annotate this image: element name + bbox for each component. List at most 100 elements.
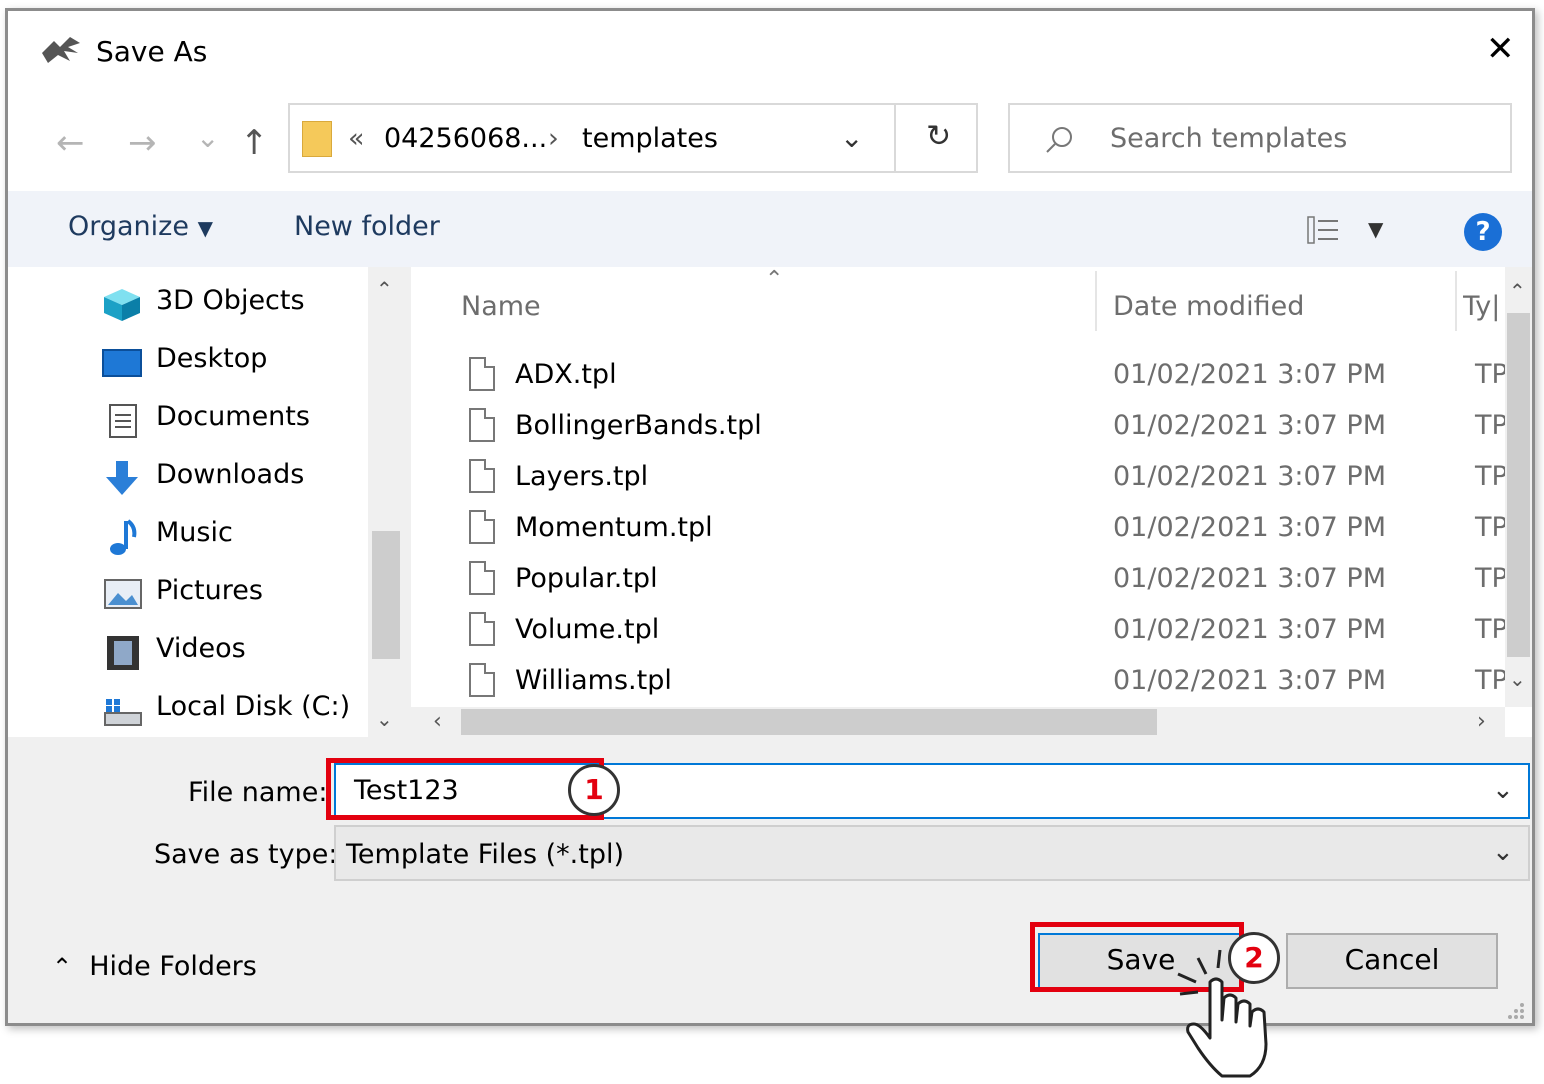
address-divider — [894, 105, 896, 171]
file-list-hscroll-thumb[interactable] — [461, 709, 1157, 735]
hide-folders-toggle[interactable]: ⌃ Hide Folders — [52, 951, 257, 982]
file-row[interactable]: BollingerBands.tpl 01/02/2021 3:07 PM TP — [411, 402, 1511, 452]
file-row[interactable]: Layers.tpl 01/02/2021 3:07 PM TP — [411, 453, 1511, 503]
sidebar-list: 3D Objects Desktop Documents Downloads M… — [8, 267, 368, 737]
sidebar-item-label: 3D Objects — [156, 285, 305, 316]
column-header-name[interactable]: Name — [461, 291, 541, 322]
organize-label: Organize — [68, 211, 189, 242]
file-row[interactable]: Williams.tpl 01/02/2021 3:07 PM TP — [411, 657, 1511, 707]
sidebar-item-local-disk[interactable]: Local Disk (C:) — [102, 691, 362, 731]
breadcrumb-current[interactable]: templates — [582, 123, 718, 154]
breadcrumb-overflow[interactable]: « — [348, 123, 365, 154]
scroll-up-arrow[interactable]: ⌃ — [1509, 279, 1526, 303]
save-type-dropdown-icon[interactable]: ⌄ — [1492, 837, 1514, 867]
save-type-select[interactable]: Template Files (*.tpl) ⌄ — [334, 825, 1530, 881]
file-list-hscrollbar[interactable]: ‹ › — [411, 707, 1505, 737]
scroll-down-arrow[interactable]: ⌄ — [1509, 667, 1526, 691]
drive-icon — [104, 699, 142, 726]
file-row[interactable]: Popular.tpl 01/02/2021 3:07 PM TP — [411, 555, 1511, 605]
sidebar-item-label: Downloads — [156, 459, 305, 490]
sidebar-item-desktop[interactable]: Desktop — [102, 343, 362, 383]
hand-pointer-icon — [1177, 949, 1268, 1078]
resize-grip-icon[interactable] — [1502, 997, 1526, 1021]
folder-icon — [302, 121, 332, 157]
file-icon — [469, 612, 495, 646]
desktop-icon — [102, 349, 142, 377]
file-name-label: File name: — [188, 777, 328, 808]
forward-button[interactable]: → — [128, 123, 157, 163]
file-date: 01/02/2021 3:07 PM — [1113, 410, 1386, 441]
new-folder-button[interactable]: New folder — [294, 211, 440, 242]
file-list-vscrollbar[interactable]: ⌃ ⌄ — [1505, 267, 1532, 707]
file-icon — [469, 408, 495, 442]
close-button[interactable]: ✕ — [1486, 29, 1515, 69]
sidebar-item-label: Pictures — [156, 575, 263, 606]
save-type-label: Save as type: — [154, 839, 338, 870]
file-row[interactable]: Volume.tpl 01/02/2021 3:07 PM TP — [411, 606, 1511, 656]
column-divider[interactable] — [1095, 271, 1097, 331]
file-type: TP — [1475, 665, 1508, 696]
cube-icon — [104, 289, 140, 321]
column-divider[interactable] — [1455, 271, 1457, 331]
sidebar-item-documents[interactable]: Documents — [102, 401, 362, 441]
file-name: Momentum.tpl — [515, 512, 713, 543]
file-name: Volume.tpl — [515, 614, 660, 645]
sidebar-scroll-thumb[interactable] — [372, 531, 400, 659]
address-dropdown-button[interactable]: ⌄ — [840, 121, 863, 154]
scroll-down-arrow[interactable]: ⌄ — [376, 707, 393, 731]
column-header-date[interactable]: Date modified — [1113, 291, 1304, 322]
file-icon — [469, 663, 495, 697]
scroll-left-arrow[interactable]: ‹ — [433, 709, 442, 734]
sidebar-item-downloads[interactable]: Downloads — [102, 459, 362, 499]
file-date: 01/02/2021 3:07 PM — [1113, 563, 1386, 594]
search-icon — [1046, 127, 1072, 153]
file-row[interactable]: ADX.tpl 01/02/2021 3:07 PM TP — [411, 351, 1511, 401]
file-type: TP — [1475, 563, 1508, 594]
help-button[interactable]: ? — [1464, 213, 1502, 251]
sidebar-item-label: Documents — [156, 401, 310, 432]
file-row[interactable]: Momentum.tpl 01/02/2021 3:07 PM TP — [411, 504, 1511, 554]
scroll-right-arrow[interactable]: › — [1477, 709, 1486, 734]
file-date: 01/02/2021 3:07 PM — [1113, 665, 1386, 696]
sidebar-item-label: Local Disk (C:) — [156, 691, 351, 722]
cancel-button[interactable]: Cancel — [1286, 933, 1498, 989]
back-button[interactable]: ← — [56, 123, 85, 163]
sidebar-item-pictures[interactable]: Pictures — [102, 575, 362, 615]
file-type: TP — [1475, 410, 1508, 441]
refresh-button[interactable]: ↻ — [926, 119, 951, 154]
file-date: 01/02/2021 3:07 PM — [1113, 359, 1386, 390]
file-type: TP — [1475, 512, 1508, 543]
file-date: 01/02/2021 3:07 PM — [1113, 614, 1386, 645]
address-bar[interactable]: « 04256068... › templates ⌄ ↻ — [288, 103, 978, 173]
file-icon — [469, 357, 495, 391]
music-note-icon — [110, 519, 137, 555]
file-list-pane: ⌃ Name Date modified Ty| ADX.tpl 01/02/2… — [411, 267, 1532, 737]
search-placeholder: Search templates — [1110, 123, 1348, 154]
view-details-icon[interactable] — [1306, 215, 1340, 245]
scroll-up-arrow[interactable]: ⌃ — [376, 277, 393, 301]
file-name-dropdown-icon[interactable]: ⌄ — [1492, 775, 1514, 805]
save-as-dialog: Save As ✕ ← → ⌄ ↑ « 04256068... › templa… — [5, 8, 1535, 1026]
window-title: Save As — [96, 35, 208, 68]
breadcrumb-parent[interactable]: 04256068... — [384, 123, 547, 154]
file-icon — [469, 459, 495, 493]
hide-folders-label: Hide Folders — [89, 951, 257, 982]
column-header-type[interactable]: Ty| — [1463, 291, 1503, 322]
sidebar-scrollbar[interactable]: ⌃ ⌄ — [368, 267, 403, 737]
sidebar-item-videos[interactable]: Videos — [102, 633, 362, 673]
recent-locations-button[interactable]: ⌄ — [196, 121, 219, 154]
navigation-bar: ← → ⌄ ↑ « 04256068... › templates ⌄ ↻ Se… — [8, 93, 1532, 191]
search-box[interactable]: Search templates — [1008, 103, 1512, 173]
file-list-vscroll-thumb[interactable] — [1507, 313, 1530, 657]
title-bar: Save As ✕ — [8, 11, 1532, 93]
app-logo-icon — [42, 37, 80, 63]
view-dropdown-icon[interactable]: ▼ — [1368, 217, 1383, 241]
sidebar-item-music[interactable]: Music — [102, 517, 362, 557]
file-icon — [469, 510, 495, 544]
up-button[interactable]: ↑ — [240, 123, 269, 163]
file-name: ADX.tpl — [515, 359, 617, 390]
sidebar-item-3d-objects[interactable]: 3D Objects — [102, 285, 362, 325]
sidebar-item-label: Desktop — [156, 343, 268, 374]
pictures-icon — [104, 579, 142, 609]
organize-menu[interactable]: Organize ▼ — [68, 211, 213, 242]
